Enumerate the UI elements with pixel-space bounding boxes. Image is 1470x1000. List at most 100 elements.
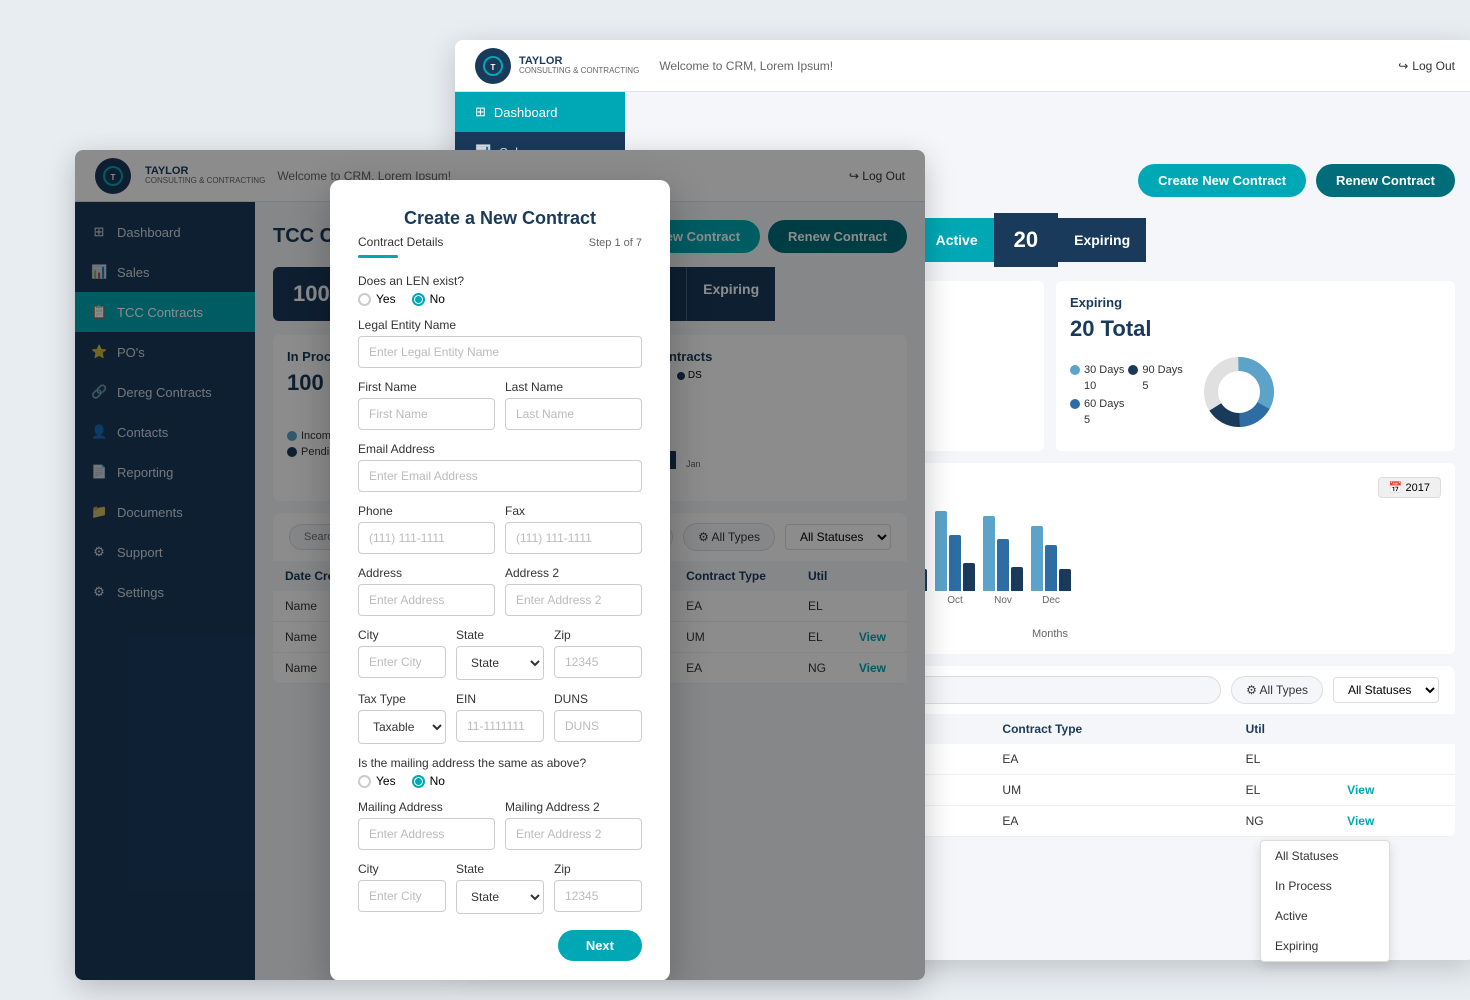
- len-no[interactable]: No: [412, 292, 445, 306]
- email-input[interactable]: [358, 460, 642, 492]
- fax-input[interactable]: [505, 522, 642, 554]
- phone-input[interactable]: [358, 522, 495, 554]
- address2-label: Address 2: [505, 566, 642, 580]
- duns-group: DUNS: [554, 692, 642, 744]
- state-label: State: [456, 628, 544, 642]
- last-name-input[interactable]: [505, 398, 642, 430]
- expiring-detail-card: Expiring 20 Total 30 Days 90 Days 10 5 6…: [1056, 281, 1455, 451]
- len-label: Does an LEN exist?: [358, 274, 642, 288]
- bg-nav-dashboard[interactable]: ⊞ Dashboard: [455, 92, 625, 132]
- mailing-address-group: Mailing Address Mailing Address 2: [358, 800, 642, 850]
- expiring-donut-chart: [1199, 352, 1279, 432]
- mailing-city-label: City: [358, 862, 446, 876]
- mailing-address2-input[interactable]: [505, 818, 642, 850]
- phone-fax-group: Phone Fax: [358, 504, 642, 554]
- mailing-no[interactable]: No: [412, 774, 445, 788]
- dashboard-icon: ⊞: [475, 104, 486, 120]
- mailing-city-state-zip-group: City State State Zip: [358, 862, 642, 914]
- mailing-zip-input[interactable]: [554, 880, 642, 912]
- duns-input[interactable]: [554, 710, 642, 742]
- phone-group: Phone: [358, 504, 495, 554]
- dropdown-inprocess[interactable]: In Process: [1261, 871, 1389, 901]
- phone-label: Phone: [358, 504, 495, 518]
- bg-top-bar: T TAYLOR CONSULTING & CONTRACTING Welcom…: [455, 40, 1470, 92]
- create-contract-modal: Create a New Contract Contract Details S…: [330, 180, 670, 980]
- city-group: City: [358, 628, 446, 680]
- mailing-zip-label: Zip: [554, 862, 642, 876]
- view-link[interactable]: View: [1347, 814, 1374, 828]
- state-select[interactable]: State: [456, 646, 544, 680]
- modal-step: Step 1 of 7: [589, 237, 642, 249]
- dropdown-expiring[interactable]: Expiring: [1261, 931, 1389, 961]
- legal-entity-group: Legal Entity Name: [358, 318, 642, 368]
- bg-welcome: Welcome to CRM, Lorem Ipsum!: [659, 59, 1398, 73]
- bg-logo-icon: T: [475, 48, 511, 84]
- mailing-address2-label: Mailing Address 2: [505, 800, 642, 814]
- bg-logout[interactable]: ↪ Log Out: [1398, 59, 1455, 73]
- len-question-group: Does an LEN exist? Yes No: [358, 274, 642, 306]
- zip-group: Zip: [554, 628, 642, 680]
- modal-overlay: Create a New Contract Contract Details S…: [75, 150, 925, 980]
- view-link[interactable]: View: [1347, 783, 1374, 797]
- mailing-zip-group: Zip: [554, 862, 642, 914]
- bg-filter-btn[interactable]: ⚙ All Types: [1231, 676, 1323, 704]
- legal-entity-label: Legal Entity Name: [358, 318, 642, 332]
- address-input[interactable]: [358, 584, 495, 616]
- ein-input[interactable]: [456, 710, 544, 742]
- next-button[interactable]: Next: [558, 930, 642, 961]
- mailing-state-label: State: [456, 862, 544, 876]
- address-label: Address: [358, 566, 495, 580]
- len-no-circle: [412, 293, 425, 306]
- name-group: First Name Last Name: [358, 380, 642, 430]
- len-yes-circle: [358, 293, 371, 306]
- mailing-address-input[interactable]: [358, 818, 495, 850]
- address-group: Address Address 2: [358, 566, 642, 616]
- mailing-yes[interactable]: Yes: [358, 774, 396, 788]
- address2-field: Address 2: [505, 566, 642, 616]
- ein-group: EIN: [456, 692, 544, 744]
- mailing-city-input[interactable]: [358, 880, 446, 912]
- tax-type-select[interactable]: Taxable: [358, 710, 446, 744]
- fax-group: Fax: [505, 504, 642, 554]
- svg-text:T: T: [491, 63, 496, 72]
- first-name-label: First Name: [358, 380, 495, 394]
- mailing-city-group: City: [358, 862, 446, 914]
- fax-label: Fax: [505, 504, 642, 518]
- mailing-same-label: Is the mailing address the same as above…: [358, 756, 642, 770]
- bg-status-dropdown[interactable]: All Statuses In Process Active Expiring: [1333, 677, 1439, 703]
- first-name-group: First Name: [358, 380, 495, 430]
- email-label: Email Address: [358, 442, 642, 456]
- mailing-address2-field: Mailing Address 2: [505, 800, 642, 850]
- mailing-state-group: State State: [456, 862, 544, 914]
- zip-input[interactable]: [554, 646, 642, 678]
- bg-header-buttons: Create New Contract Renew Contract: [1138, 164, 1455, 197]
- bg-logo: T TAYLOR CONSULTING & CONTRACTING: [475, 48, 639, 84]
- modal-footer: Next: [358, 930, 642, 961]
- duns-label: DUNS: [554, 692, 642, 706]
- address-field: Address: [358, 566, 495, 616]
- bg-create-btn[interactable]: Create New Contract: [1138, 164, 1306, 197]
- state-group: State State: [456, 628, 544, 680]
- last-name-group: Last Name: [505, 380, 642, 430]
- dropdown-active[interactable]: Active: [1261, 901, 1389, 931]
- mailing-no-circle: [412, 775, 425, 788]
- mailing-address-field: Mailing Address: [358, 800, 495, 850]
- step-progress-bar: [358, 255, 398, 258]
- address2-input[interactable]: [505, 584, 642, 616]
- col-action: [1335, 714, 1455, 744]
- bg-renew-btn[interactable]: Renew Contract: [1316, 164, 1455, 197]
- city-input[interactable]: [358, 646, 446, 678]
- col-util: Util: [1234, 714, 1336, 744]
- last-name-label: Last Name: [505, 380, 642, 394]
- modal-title: Create a New Contract: [358, 208, 642, 229]
- first-name-input[interactable]: [358, 398, 495, 430]
- email-group: Email Address: [358, 442, 642, 492]
- len-yes[interactable]: Yes: [358, 292, 396, 306]
- legal-entity-input[interactable]: [358, 336, 642, 368]
- len-radio-group: Yes No: [358, 292, 642, 306]
- mailing-state-select[interactable]: State: [456, 880, 544, 914]
- dropdown-all-statuses[interactable]: All Statuses: [1261, 841, 1389, 871]
- modal-section-label: Contract Details: [358, 235, 443, 249]
- main-panel: T TAYLOR CONSULTING & CONTRACTING Welcom…: [75, 150, 925, 980]
- status-dropdown-overlay: All Statuses In Process Active Expiring: [1260, 840, 1390, 962]
